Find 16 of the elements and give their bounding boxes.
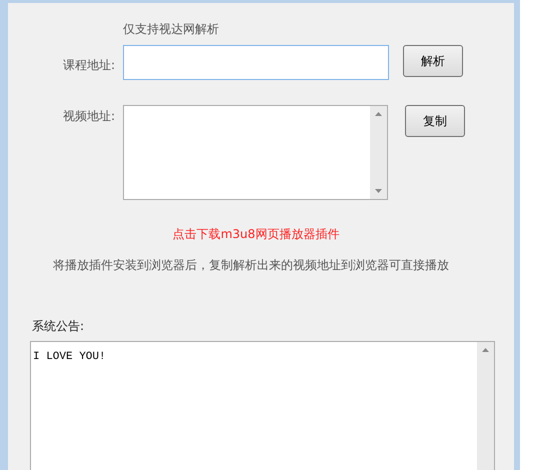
scroll-up-icon[interactable] xyxy=(375,112,382,116)
video-url-field[interactable] xyxy=(123,105,388,200)
parse-button[interactable]: 解析 xyxy=(403,45,463,77)
copy-button[interactable]: 复制 xyxy=(405,105,465,137)
hint-text: 仅支持视达网解析 xyxy=(123,21,220,37)
info-text: 将播放插件安装到浏览器后，复制解析出来的视频地址到浏览器可直接播放 xyxy=(53,257,449,274)
scroll-down-icon[interactable] xyxy=(375,189,382,193)
scroll-up-icon[interactable] xyxy=(482,348,489,352)
field-label: 视频地址: xyxy=(62,108,116,125)
notice-field[interactable]: I LOVE YOU! xyxy=(30,341,495,470)
field-label: 课程地址: xyxy=(62,57,116,74)
notice-text: I LOVE YOU! xyxy=(33,351,106,363)
scrollbar[interactable] xyxy=(477,342,494,470)
scrollbar[interactable] xyxy=(370,106,387,199)
notice-label: 系统公告: xyxy=(32,318,86,335)
course-url-field[interactable] xyxy=(123,45,389,80)
